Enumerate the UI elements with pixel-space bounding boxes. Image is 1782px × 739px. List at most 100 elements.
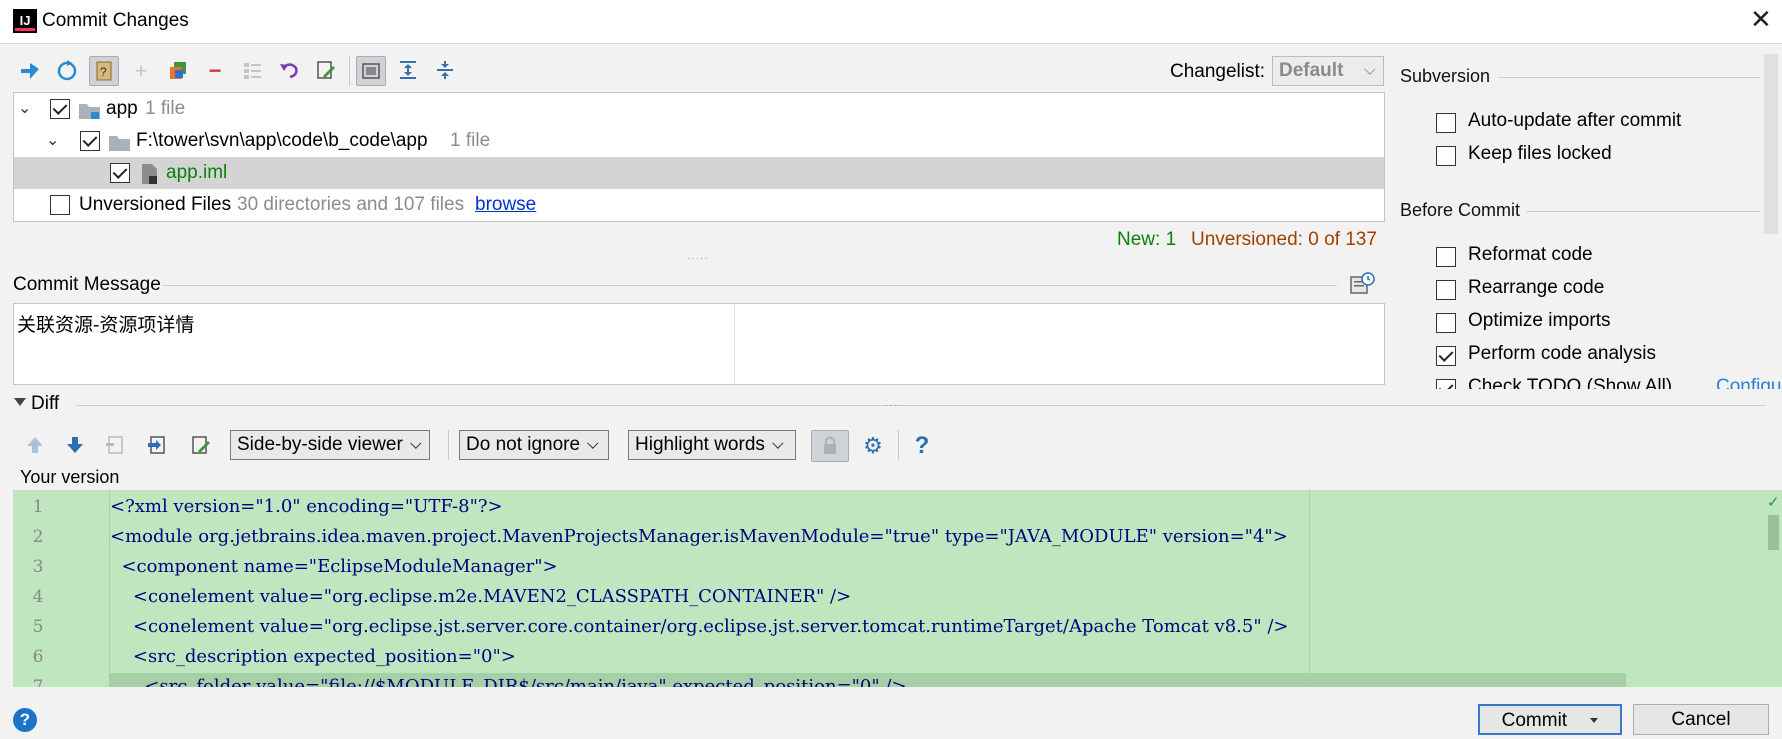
collapse-all-icon[interactable] — [430, 56, 460, 86]
code-line: <?xml version="1.0" encoding="UTF-8"?> — [110, 496, 503, 517]
chevron-down-icon[interactable]: ⌄ — [18, 93, 31, 125]
commit-button-label: Commit — [1501, 710, 1568, 731]
next-difference-icon[interactable] — [60, 431, 90, 461]
group-icon[interactable] — [163, 56, 193, 86]
cancel-button[interactable]: Cancel — [1633, 704, 1769, 735]
diff-collapse-icon[interactable] — [14, 398, 26, 406]
help-icon[interactable]: ? — [13, 708, 37, 732]
code-line: <component name="EclipseModuleManager"> — [110, 556, 558, 577]
commit-message-text: 关联资源-资源项详情 — [17, 314, 195, 336]
splitter-handle[interactable]: ····· — [885, 400, 907, 411]
before-commit-title: Before Commit — [1400, 200, 1521, 220]
checkbox-keep-locked[interactable] — [1436, 146, 1456, 166]
commit-button[interactable]: Commit — [1478, 704, 1622, 735]
checkbox-app[interactable] — [50, 99, 70, 119]
settings-gear-icon[interactable]: ⚙ — [858, 431, 888, 461]
toolbar-separator — [349, 56, 350, 86]
expand-all-icon[interactable] — [393, 56, 423, 86]
line-number: 4 — [32, 587, 44, 607]
options-panel: Subversion Auto-update after commit Keep… — [1390, 44, 1782, 389]
checkbox-reformat[interactable] — [1436, 247, 1456, 267]
line-number: 2 — [32, 527, 44, 547]
checkbox-unversioned[interactable] — [50, 195, 70, 215]
tree-row-unversioned[interactable]: Unversioned Files 30 directories and 107… — [14, 189, 1384, 221]
toolbar-separator — [448, 430, 449, 460]
group-by-directory-icon[interactable] — [356, 56, 386, 86]
chevron-down-icon — [587, 437, 599, 449]
checkbox-file[interactable] — [110, 163, 130, 183]
option-label: Auto-update after commit — [1468, 110, 1682, 131]
rollback-icon[interactable] — [274, 56, 304, 86]
checkbox-folder[interactable] — [80, 131, 100, 151]
refresh-icon[interactable] — [52, 56, 82, 86]
stats-new: New: 1 — [1117, 229, 1177, 250]
right-margin-guide — [1309, 490, 1310, 687]
editor-scrollbar[interactable]: ✓ — [1765, 490, 1782, 687]
add-icon[interactable]: + — [126, 56, 156, 86]
highlight-select[interactable]: Highlight words — [628, 430, 796, 460]
before-commit-separator — [1526, 211, 1760, 212]
configure-link[interactable]: Configure — [1716, 376, 1782, 389]
tree-row-folder[interactable]: ⌄ F:\tower\svn\app\code\b_code\app 1 fil… — [14, 125, 1384, 157]
lock-icon[interactable] — [811, 430, 849, 462]
viewer-value: Side-by-side viewer — [237, 434, 403, 455]
checkbox-check-todo[interactable] — [1436, 379, 1456, 389]
your-version-label: Your version — [20, 467, 120, 487]
compare-next-file-icon[interactable] — [142, 431, 172, 461]
checkbox-auto-update[interactable] — [1436, 113, 1456, 133]
edit-source-icon[interactable] — [311, 56, 341, 86]
options-scrollbar[interactable] — [1764, 54, 1778, 234]
changelist-label: Changelist: — [1170, 61, 1266, 82]
help-icon[interactable]: ? — [907, 431, 937, 461]
line-number: 6 — [32, 647, 44, 667]
option-label: Check TODO (Show All) — [1468, 376, 1673, 389]
viewer-select[interactable]: Side-by-side viewer — [230, 430, 430, 460]
changelist-value: Default — [1279, 60, 1344, 81]
chevron-down-icon[interactable]: ⌄ — [46, 125, 59, 157]
chevron-down-icon — [772, 437, 784, 449]
window-title: Commit Changes — [42, 10, 189, 31]
compare-previous-file-icon[interactable] — [100, 431, 130, 461]
commit-message-separator — [162, 285, 1337, 286]
check-mark-icon: ✓ — [1767, 494, 1780, 511]
changelist-select[interactable]: Default — [1272, 56, 1384, 86]
code-line: <module org.jetbrains.idea.maven.project… — [110, 526, 1288, 547]
scrollbar-thumb[interactable] — [1768, 515, 1779, 550]
move-to-changelist-icon[interactable]: ? — [89, 56, 119, 86]
line-number: 3 — [32, 557, 44, 577]
checkbox-code-analysis[interactable] — [1436, 346, 1456, 366]
message-split — [734, 304, 735, 384]
line-number: 5 — [32, 617, 44, 637]
commit-message-input[interactable]: 关联资源-资源项详情 — [13, 303, 1385, 385]
option-label: Reformat code — [1468, 244, 1593, 265]
previous-difference-icon[interactable] — [20, 431, 50, 461]
subversion-separator — [1498, 77, 1760, 78]
diff-separator — [76, 405, 1766, 406]
chevron-down-icon[interactable] — [1590, 718, 1599, 724]
subversion-title: Subversion — [1400, 66, 1491, 86]
code-line: <src_description expected_position="0"> — [110, 646, 516, 667]
commit-message-label: Commit Message — [13, 274, 161, 295]
tree-detail-unversioned: 30 directories and 107 files — [237, 194, 465, 215]
show-diff-icon[interactable] — [15, 56, 45, 86]
splitter-handle[interactable]: ····· — [687, 253, 709, 264]
tree-row-file[interactable]: app.iml — [14, 157, 1384, 189]
tree-row-app[interactable]: ⌄ app 1 file — [14, 93, 1384, 125]
edit-source-icon[interactable] — [186, 431, 216, 461]
remove-icon[interactable]: − — [200, 56, 230, 86]
diff-editor[interactable]: 1 2 3 4 5 6 7 <?xml version="1.0" encodi… — [13, 490, 1765, 687]
stats-unversioned: Unversioned: 0 of 137 — [1191, 229, 1377, 250]
ignore-select[interactable]: Do not ignore — [459, 430, 609, 460]
code-line: <conelement value="org.eclipse.m2e.MAVEN… — [110, 586, 852, 607]
tree-label-folder: F:\tower\svn\app\code\b_code\app — [136, 130, 428, 151]
checkbox-rearrange[interactable] — [1436, 280, 1456, 300]
message-history-icon[interactable] — [1349, 272, 1375, 302]
checkbox-optimize-imports[interactable] — [1436, 313, 1456, 333]
list-icon[interactable] — [237, 56, 267, 86]
option-label: Rearrange code — [1468, 277, 1605, 298]
close-icon[interactable]: ✕ — [1750, 4, 1772, 35]
tree-count-app: 1 file — [145, 98, 186, 119]
intellij-app-icon: IJ — [13, 9, 37, 33]
browse-link[interactable]: browse — [475, 189, 536, 221]
title-bar: IJ Commit Changes ✕ — [0, 0, 1782, 44]
